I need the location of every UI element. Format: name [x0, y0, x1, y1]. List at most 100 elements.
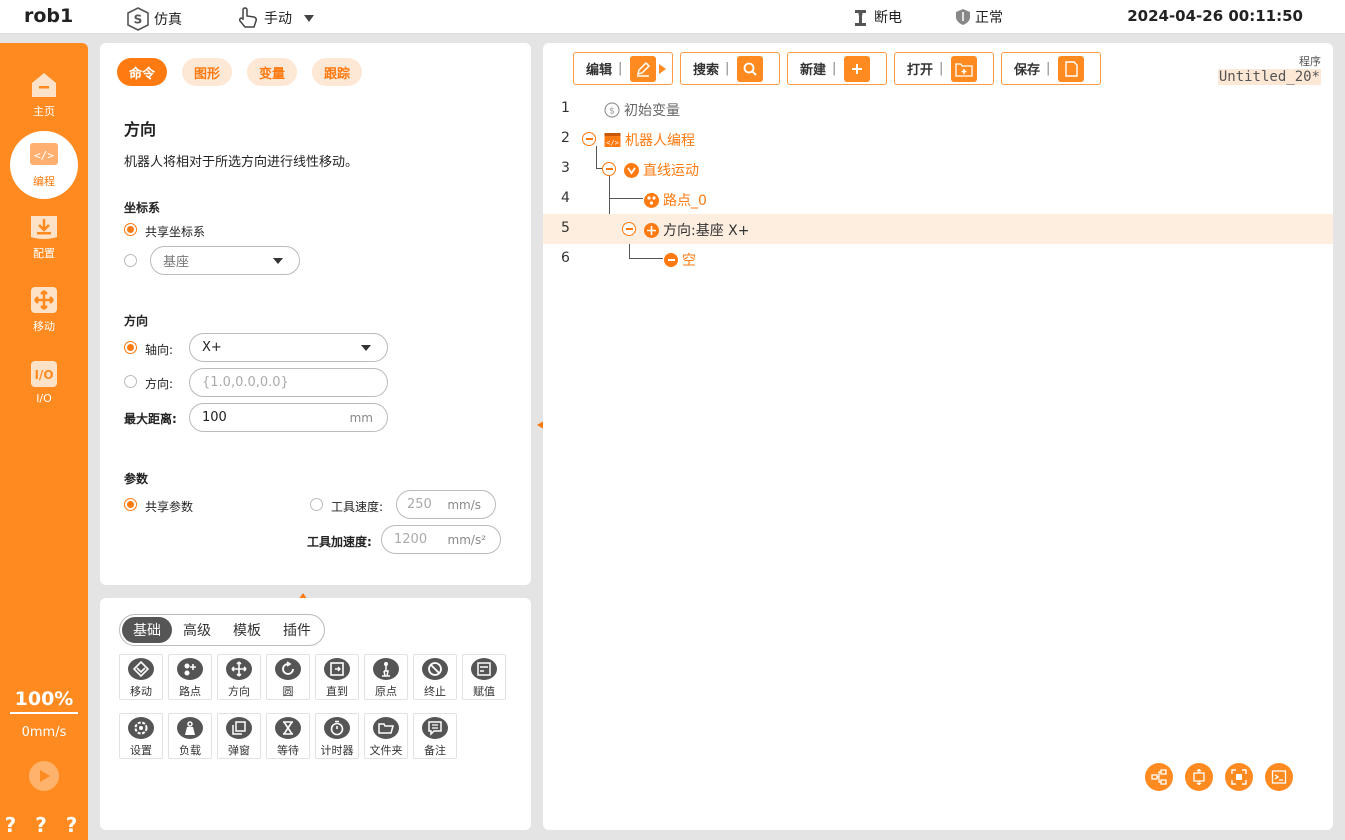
terminal-icon [1271, 770, 1287, 784]
mode-dropdown[interactable]: 手动 [236, 7, 314, 29]
tree-node-text: 方向:基座 X+ [663, 223, 750, 239]
coord-shared-label: 共享坐标系 [145, 225, 206, 239]
palette-move[interactable]: 移动 [119, 654, 163, 700]
max-distance-value: 100 [202, 410, 227, 425]
search-button[interactable]: 搜索 | [680, 52, 780, 85]
param-shared-radio[interactable] [124, 498, 137, 511]
program-line-selected[interactable]: 5 方向:基座 X+ [543, 214, 1333, 244]
open-button[interactable]: 打开 | [894, 52, 994, 85]
sidebar-item-move[interactable]: 移动 [10, 276, 78, 344]
robot-name[interactable]: rob1 [24, 5, 73, 27]
line-number: 4 [561, 190, 570, 206]
tool-accel-value: 1200 [394, 532, 428, 547]
collapse-toggle-icon[interactable] [582, 132, 596, 146]
play-button[interactable] [29, 761, 59, 791]
search-button-label: 搜索 [693, 63, 720, 78]
home-icon [29, 71, 59, 99]
fit-view-button[interactable] [1225, 763, 1253, 791]
palette-direction[interactable]: 方向 [217, 654, 261, 700]
safety-status[interactable]: 正常 [955, 7, 1003, 27]
direction-arrows-icon [226, 658, 252, 680]
tool-speed-input[interactable]: 250 mm/s [396, 490, 496, 519]
palette-waypoint[interactable]: 路点 [168, 654, 212, 700]
empty-node-icon [664, 253, 678, 267]
tab-command[interactable]: 命令 [117, 58, 168, 86]
svg-text:S: S [134, 13, 143, 27]
power-status[interactable]: 断电 [852, 7, 902, 27]
sidebar-item-label: 编程 [33, 175, 55, 188]
palette-comment[interactable]: 备注 [413, 713, 457, 759]
direction-radio[interactable] [124, 375, 137, 388]
edit-button-label: 编辑 [586, 63, 613, 78]
tool-speed-radio[interactable] [310, 498, 323, 511]
palette-timer[interactable]: 计时器 [315, 713, 359, 759]
direction-input[interactable]: {1.0,0.0,0.0} [189, 368, 388, 397]
tab-basic[interactable]: 基础 [122, 617, 172, 643]
tool-accel-input[interactable]: 1200 mm/s² [381, 525, 501, 554]
expand-vertical-icon [1193, 769, 1205, 785]
sim-indicator[interactable]: S 仿真 [126, 7, 182, 31]
collapse-toggle-icon[interactable] [602, 162, 616, 176]
palette-label: 弹窗 [228, 744, 250, 757]
collapse-toggle-icon[interactable] [622, 222, 636, 236]
tab-template[interactable]: 模板 [222, 617, 272, 643]
tab-variables[interactable]: 变量 [247, 58, 298, 86]
tree-node: 空 [664, 250, 696, 270]
sidebar-item-program[interactable]: </> 编程 [10, 131, 78, 199]
palette-halt[interactable]: 终止 [413, 654, 457, 700]
new-button[interactable]: 新建 | [787, 52, 887, 85]
folder-icon [373, 717, 399, 739]
sim-label: 仿真 [154, 12, 182, 28]
speed-value: 0mm/s [21, 725, 67, 740]
axis-select[interactable]: X+ [189, 333, 388, 362]
coord-custom-radio[interactable] [124, 254, 137, 267]
init-variables-icon: $ [604, 102, 620, 118]
power-label: 断电 [874, 10, 902, 26]
palette-popup[interactable]: 弹窗 [217, 713, 261, 759]
palette-folder[interactable]: 文件夹 [364, 713, 408, 759]
program-line[interactable]: 6 空 [543, 244, 1333, 274]
line-number: 2 [561, 130, 570, 146]
palette-payload[interactable]: 负载 [168, 713, 212, 759]
direction-section-label: 方向 [124, 314, 149, 328]
program-line[interactable]: 4 路点_0 [543, 184, 1333, 214]
speed-percent[interactable]: 100% [0, 688, 88, 710]
expand-button[interactable] [1185, 763, 1213, 791]
robot-arm-icon [852, 7, 870, 27]
palette-label: 直到 [326, 685, 348, 698]
axis-radio[interactable] [124, 341, 137, 354]
program-line[interactable]: 2 </> 机器人编程 [543, 124, 1333, 154]
program-panel: 编辑 | 搜索 | 新建 | 打开 | 保存 | 程序 Untitled_20* 1 $ … [543, 43, 1333, 830]
tree-node: </> 机器人编程 [604, 130, 695, 150]
tab-plugin[interactable]: 插件 [272, 617, 322, 643]
console-button[interactable] [1265, 763, 1293, 791]
program-line[interactable]: 3 直线运动 [543, 154, 1333, 184]
tab-graphics[interactable]: 图形 [182, 58, 233, 86]
sidebar-item-io[interactable]: I/O I/O [10, 348, 78, 416]
edit-button[interactable]: 编辑 | [573, 52, 673, 85]
sidebar-item-label: 主页 [33, 105, 55, 118]
program-name[interactable]: Untitled_20* [1217, 69, 1321, 85]
program-line[interactable]: 1 $ 初始变量 [543, 94, 1333, 124]
palette-circle[interactable]: 圆 [266, 654, 310, 700]
sidebar-item-config[interactable]: 配置 [10, 203, 78, 271]
max-distance-input[interactable]: 100 mm [189, 403, 388, 432]
speed-slider-line[interactable] [10, 712, 78, 714]
tool-accel-label: 工具加速度: [307, 535, 372, 549]
payload-icon [177, 717, 203, 739]
coord-select[interactable]: 基座 [150, 246, 300, 275]
palette-wait[interactable]: 等待 [266, 713, 310, 759]
tree-view-button[interactable] [1145, 763, 1173, 791]
sidebar-item-home[interactable]: 主页 [10, 61, 78, 129]
play-small-icon [659, 63, 667, 74]
palette-home[interactable]: 原点 [364, 654, 408, 700]
palette-assign[interactable]: 赋值 [462, 654, 506, 700]
move-command-icon [128, 658, 154, 680]
tab-advanced[interactable]: 高级 [172, 617, 222, 643]
coord-shared-radio[interactable] [124, 223, 137, 236]
palette-until[interactable]: 直到 [315, 654, 359, 700]
save-button[interactable]: 保存 | [1001, 52, 1101, 85]
palette-label: 备注 [424, 744, 446, 757]
tab-trace[interactable]: 跟踪 [312, 58, 363, 86]
palette-set[interactable]: 设置 [119, 713, 163, 759]
